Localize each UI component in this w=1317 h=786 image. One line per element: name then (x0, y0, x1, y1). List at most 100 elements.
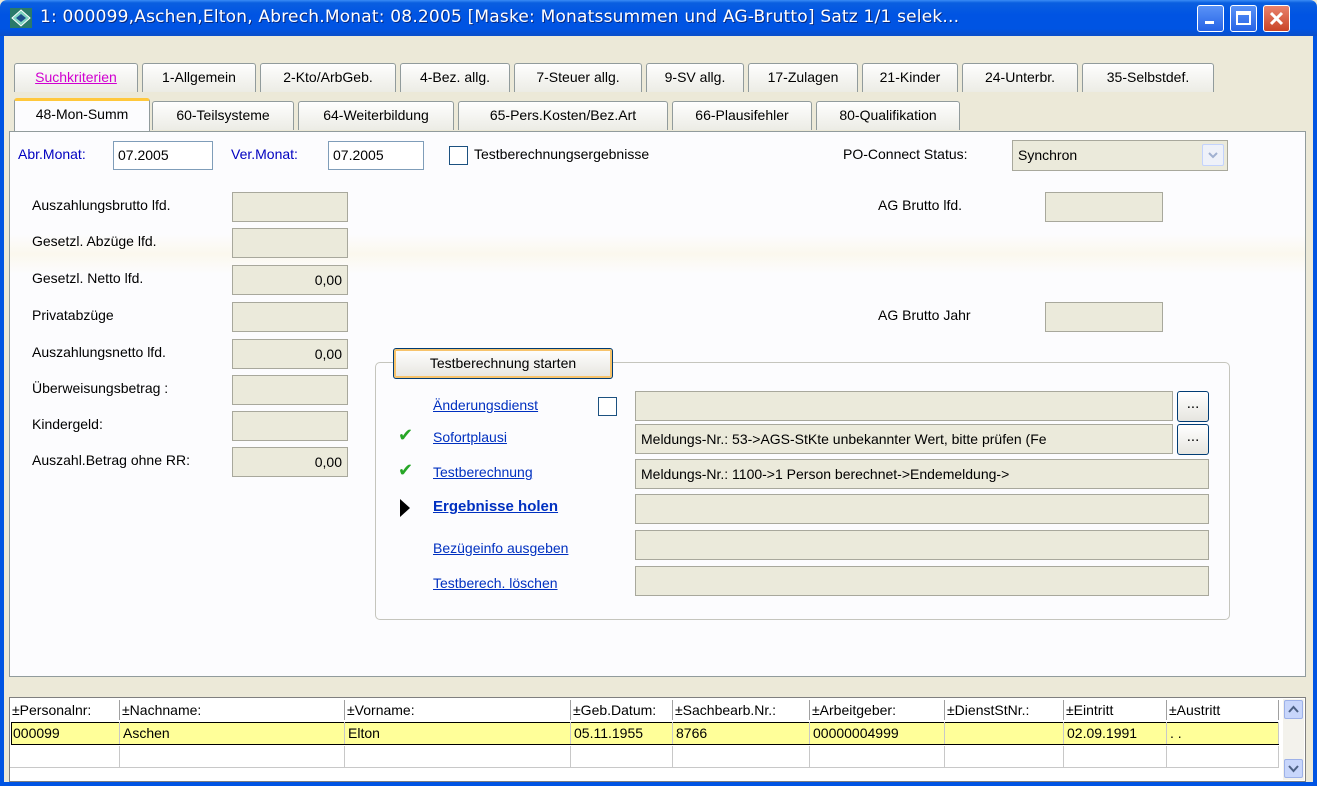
decorative-band (10, 234, 1305, 274)
field-label: Kindergeld: (32, 416, 103, 432)
po-connect-label: PO-Connect Status: (843, 146, 968, 162)
aenderungsdienst-message (635, 391, 1173, 421)
tab-qualifikation[interactable]: 80-Qualifikation (816, 101, 960, 130)
tab-weiterbildung[interactable]: 64-Weiterbildung (298, 101, 454, 130)
privatabzuege-field (232, 302, 348, 332)
test-results-checkbox[interactable] (449, 146, 468, 165)
sofortplausi-link[interactable]: Sofortplausi (433, 429, 507, 445)
kindergeld-field (232, 411, 348, 441)
column-header[interactable]: ±DienstStNr.: (945, 700, 1064, 720)
auszahlungsnetto-field: 0,00 (232, 339, 348, 369)
field-label: Überweisungsbetrag : (32, 380, 169, 396)
tab-suchkriterien[interactable]: Suchkriterien (14, 63, 138, 92)
po-connect-value: Synchron (1018, 147, 1078, 163)
aenderungsdienst-more-button[interactable]: ... (1177, 391, 1209, 422)
field-label: Auszahl.Betrag ohne RR: (32, 452, 190, 468)
bezuegeinfo-message (635, 530, 1209, 560)
close-button[interactable] (1263, 5, 1290, 32)
column-header[interactable]: ±Austritt (1167, 700, 1279, 720)
ag-brutto-lfd-field (1045, 192, 1163, 222)
maximize-button[interactable] (1230, 5, 1257, 32)
auszahl-betrag-field: 0,00 (232, 447, 348, 477)
window-title: 1: 000099,Aschen,Elton, Abrech.Monat: 08… (40, 7, 960, 27)
empty-cell[interactable] (10, 746, 120, 768)
chevron-up-icon (1288, 705, 1299, 713)
tab-steuer-allg[interactable]: 7-Steuer allg. (514, 63, 642, 92)
auszahlungsbrutto-field (232, 192, 348, 222)
empty-cell[interactable] (345, 746, 571, 768)
tab-plausifehler[interactable]: 66-Plausifehler (672, 101, 812, 130)
tab-selbstdef[interactable]: 35-Selbstdef. (1082, 63, 1214, 92)
column-header[interactable]: ±Nachname: (120, 700, 345, 720)
testberech-loeschen-link[interactable]: Testberech. löschen (433, 575, 558, 591)
testberechnung-starten-button[interactable]: Testberechnung starten (393, 348, 613, 379)
minimize-button[interactable] (1197, 5, 1224, 32)
ver-monat-field[interactable]: 07.2005 (328, 141, 424, 170)
gesetzl-netto-field: 0,00 (232, 265, 348, 295)
test-results-label: Testberechnungsergebnisse (474, 146, 650, 162)
abr-monat-field[interactable]: 07.2005 (113, 141, 213, 170)
current-step-arrow-icon (400, 499, 410, 517)
table-cell[interactable]: Elton (345, 722, 571, 744)
testberechnung-message: Meldungs-Nr.: 1100->1 Person berechnet->… (635, 459, 1209, 489)
scroll-up-button[interactable] (1284, 700, 1303, 719)
empty-cell[interactable] (810, 746, 945, 768)
tab-unterbr[interactable]: 24-Unterbr. (962, 63, 1078, 92)
bezuegeinfo-link[interactable]: Bezügeinfo ausgeben (433, 540, 568, 556)
ag-brutto-jahr-field (1045, 302, 1163, 332)
tab-zulagen[interactable]: 17-Zulagen (748, 63, 858, 92)
table-cell[interactable]: 05.11.1955 (571, 722, 673, 744)
table-cell[interactable]: 02.09.1991 (1064, 722, 1167, 744)
empty-cell[interactable] (1064, 746, 1167, 768)
results-grid: ±Personalnr: ±Nachname: ±Vorname: ±Geb.D… (9, 697, 1306, 782)
tab-sv-allg[interactable]: 9-SV allg. (646, 63, 744, 92)
ergebnisse-holen-message (635, 494, 1209, 524)
chevron-down-icon[interactable] (1202, 144, 1224, 166)
tab-mon-summ[interactable]: 48-Mon-Summ (14, 98, 150, 131)
vertical-scrollbar[interactable] (1283, 699, 1304, 780)
table-cell[interactable]: 000099 (10, 722, 120, 744)
field-label: Privatabzüge (32, 307, 114, 323)
checkmark-icon: ✔ (398, 425, 414, 445)
column-header[interactable]: ±Geb.Datum: (571, 700, 673, 720)
tab-kinder[interactable]: 21-Kinder (862, 63, 958, 92)
testberech-loeschen-message (635, 566, 1209, 596)
table-cell[interactable]: 8766 (673, 722, 810, 744)
ag-brutto-jahr-label: AG Brutto Jahr (878, 307, 971, 323)
ag-brutto-lfd-label: AG Brutto lfd. (878, 197, 963, 213)
table-cell[interactable]: Aschen (120, 722, 345, 744)
empty-cell[interactable] (1167, 746, 1279, 768)
empty-cell[interactable] (120, 746, 345, 768)
empty-cell[interactable] (571, 746, 673, 768)
column-header[interactable]: ±Personalnr: (10, 700, 120, 720)
empty-cell[interactable] (945, 746, 1064, 768)
maximize-icon (1236, 11, 1251, 25)
title-bar[interactable]: 1: 000099,Aschen,Elton, Abrech.Monat: 08… (0, 0, 1317, 36)
table-cell[interactable]: . . (1167, 722, 1279, 744)
empty-cell[interactable] (673, 746, 810, 768)
column-header[interactable]: ±Sachbearb.Nr.: (673, 700, 810, 720)
table-cell[interactable]: 00000004999 (810, 722, 945, 744)
column-header[interactable]: ±Vorname: (345, 700, 571, 720)
tab-teilsysteme[interactable]: 60-Teilsysteme (152, 101, 294, 130)
testberechnung-link[interactable]: Testberechnung (433, 464, 533, 480)
table-cell[interactable] (945, 722, 1064, 744)
chevron-down-icon (1288, 765, 1299, 773)
sofortplausi-message: Meldungs-Nr.: 53->AGS-StKte unbekannter … (635, 424, 1173, 454)
scroll-down-button[interactable] (1284, 759, 1303, 778)
checkmark-icon: ✔ (398, 460, 414, 480)
aenderungsdienst-checkbox[interactable] (598, 397, 617, 416)
aenderungsdienst-link[interactable]: Änderungsdienst (433, 397, 538, 413)
gesetzl-abzuege-field (232, 228, 348, 258)
column-header[interactable]: ±Arbeitgeber: (810, 700, 945, 720)
tab-bez-allg[interactable]: 4-Bez. allg. (400, 63, 510, 92)
tab-pers-kosten[interactable]: 65-Pers.Kosten/Bez.Art (458, 101, 668, 130)
po-connect-select[interactable]: Synchron (1012, 140, 1228, 171)
tab-allgemein[interactable]: 1-Allgemein (142, 63, 256, 92)
sofortplausi-more-button[interactable]: ... (1177, 424, 1209, 455)
field-label: Auszahlungsnetto lfd. (32, 344, 166, 360)
ergebnisse-holen-link[interactable]: Ergebnisse holen (433, 498, 558, 515)
field-label: Gesetzl. Abzüge lfd. (32, 233, 157, 249)
column-header[interactable]: ±Eintritt (1064, 700, 1167, 720)
tab-kto-arbgeb[interactable]: 2-Kto/ArbGeb. (260, 63, 396, 92)
